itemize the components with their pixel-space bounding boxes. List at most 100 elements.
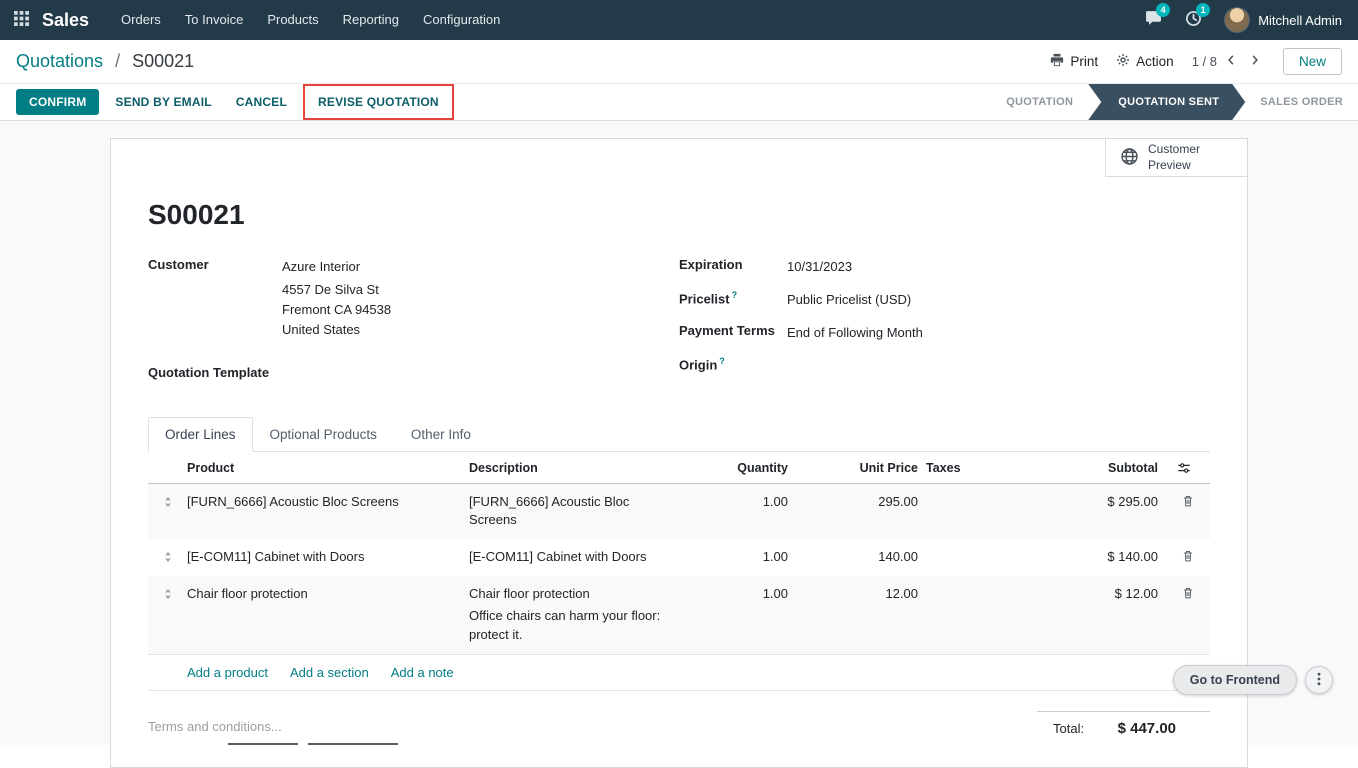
drag-handle-icon[interactable] <box>148 484 187 509</box>
cell-product[interactable]: [FURN_6666] Acoustic Bloc Screens <box>187 484 469 521</box>
expiration-value[interactable]: 10/31/2023 <box>787 257 852 277</box>
tab-other-info[interactable]: Other Info <box>394 417 488 452</box>
col-header-product[interactable]: Product <box>187 452 469 483</box>
cell-unit-price[interactable]: 12.00 <box>796 576 926 613</box>
state-quotation-sent[interactable]: QUOTATION SENT <box>1088 84 1245 120</box>
add-a-section-link[interactable]: Add a section <box>290 665 369 680</box>
add-a-product-link[interactable]: Add a product <box>187 665 268 680</box>
order-line-row[interactable]: [E-COM11] Cabinet with Doors [E-COM11] C… <box>148 539 1210 576</box>
state-quotation[interactable]: QUOTATION <box>991 84 1088 120</box>
nav-item-orders[interactable]: Orders <box>109 0 173 40</box>
optional-columns-icon[interactable] <box>1166 452 1210 483</box>
cancel-button[interactable]: CANCEL <box>228 89 295 115</box>
cell-description[interactable]: [FURN_6666] Acoustic Bloc Screens <box>469 493 668 531</box>
cell-product[interactable]: Chair floor protection <box>187 576 469 613</box>
switcher-menu-button[interactable] <box>1305 666 1333 694</box>
table-footer-links: Add a product Add a section Add a note <box>148 654 1210 691</box>
cell-subtotal: $ 140.00 <box>1016 539 1166 576</box>
breadcrumb-current: S00021 <box>132 51 194 71</box>
gear-icon <box>1116 53 1130 70</box>
chevron-left-icon <box>1225 54 1237 69</box>
col-header-subtotal[interactable]: Subtotal <box>1016 452 1166 483</box>
quotation-form-sheet: Customer Preview S00021 Customer Azure I… <box>110 138 1248 768</box>
trash-icon <box>1182 496 1194 511</box>
cell-product[interactable]: [E-COM11] Cabinet with Doors <box>187 539 469 576</box>
new-button[interactable]: New <box>1283 48 1342 75</box>
revise-quotation-button[interactable]: REVISE QUOTATION <box>310 89 447 115</box>
apps-grid-icon <box>14 11 29 29</box>
cell-quantity[interactable]: 1.00 <box>676 539 796 576</box>
pager-value[interactable]: 1 / 8 <box>1192 54 1217 69</box>
order-line-row[interactable]: [FURN_6666] Acoustic Bloc Screens [FURN_… <box>148 484 1210 540</box>
drag-handle-icon[interactable] <box>148 576 187 601</box>
messages-badge: 4 <box>1156 3 1170 17</box>
annotation-highlight-box: REVISE QUOTATION <box>303 84 454 120</box>
main-content: Customer Preview S00021 Customer Azure I… <box>0 121 1358 745</box>
pager-next-button[interactable] <box>1245 50 1265 74</box>
pager-previous-button[interactable] <box>1221 50 1241 74</box>
pricelist-label: Pricelist? <box>679 290 787 310</box>
nav-item-configuration[interactable]: Configuration <box>411 0 512 40</box>
trash-icon <box>1182 588 1194 603</box>
tab-optional-products[interactable]: Optional Products <box>253 417 394 452</box>
cell-taxes[interactable] <box>926 484 1016 502</box>
delete-line-button[interactable] <box>1182 494 1194 511</box>
notebook-tabs: Order Lines Optional Products Other Info <box>148 417 1210 452</box>
cell-taxes[interactable] <box>926 539 1016 557</box>
terms-placeholder[interactable]: Terms and conditions... <box>148 711 282 737</box>
col-header-taxes[interactable]: Taxes <box>926 452 1016 483</box>
cell-quantity[interactable]: 1.00 <box>676 484 796 521</box>
action-button[interactable]: Action <box>1116 53 1174 70</box>
state-sales-order[interactable]: SALES ORDER <box>1245 84 1358 120</box>
frontend-switcher: Go to Frontend <box>1173 665 1333 695</box>
col-header-unit-price[interactable]: Unit Price <box>796 452 926 483</box>
customer-address-line2: Fremont CA 94538 <box>282 300 391 320</box>
cell-description[interactable]: Chair floor protection <box>469 585 668 604</box>
origin-help-icon: ? <box>719 356 725 366</box>
activities-button[interactable]: 1 <box>1174 0 1212 40</box>
user-name: Mitchell Admin <box>1258 13 1342 28</box>
customer-preview-line2: Preview <box>1148 158 1191 174</box>
breadcrumb-quotations-link[interactable]: Quotations <box>16 51 103 71</box>
cell-unit-price[interactable]: 140.00 <box>796 539 926 576</box>
pricelist-value[interactable]: Public Pricelist (USD) <box>787 290 911 310</box>
delete-line-button[interactable] <box>1182 586 1194 603</box>
avatar <box>1224 7 1250 33</box>
delete-line-button[interactable] <box>1182 549 1194 566</box>
order-line-row[interactable]: Chair floor protection Chair floor prote… <box>148 576 1210 654</box>
confirm-button[interactable]: CONFIRM <box>16 89 99 115</box>
control-panel: Quotations / S00021 Print Action 1 / 8 <box>0 40 1358 84</box>
nav-item-products[interactable]: Products <box>255 0 330 40</box>
user-menu[interactable]: Mitchell Admin <box>1214 7 1344 33</box>
send-by-email-button[interactable]: SEND BY EMAIL <box>107 89 219 115</box>
customer-name[interactable]: Azure Interior <box>282 257 391 277</box>
apps-menu-button[interactable] <box>0 0 42 40</box>
total-value: $ 447.00 <box>1118 720 1176 737</box>
origin-label: Origin? <box>679 356 787 372</box>
cell-quantity[interactable]: 1.00 <box>676 576 796 613</box>
cell-subtotal: $ 295.00 <box>1016 484 1166 521</box>
cell-description[interactable]: [E-COM11] Cabinet with Doors <box>469 548 668 567</box>
col-header-description[interactable]: Description <box>469 452 676 483</box>
statusbar: CONFIRM SEND BY EMAIL CANCEL REVISE QUOT… <box>0 84 1358 121</box>
go-to-frontend-button[interactable]: Go to Frontend <box>1173 665 1297 695</box>
app-brand[interactable]: Sales <box>42 10 89 31</box>
add-a-note-link[interactable]: Add a note <box>391 665 454 680</box>
nav-item-to-invoice[interactable]: To Invoice <box>173 0 256 40</box>
activities-badge: 1 <box>1196 3 1210 17</box>
tab-order-lines[interactable]: Order Lines <box>148 417 253 452</box>
customer-label: Customer <box>148 257 282 341</box>
messages-button[interactable]: 4 <box>1134 0 1172 40</box>
cell-unit-price[interactable]: 295.00 <box>796 484 926 521</box>
drag-handle-icon[interactable] <box>148 539 187 564</box>
payment-terms-value[interactable]: End of Following Month <box>787 323 923 343</box>
cell-taxes[interactable] <box>926 576 1016 594</box>
print-button[interactable]: Print <box>1050 53 1098 70</box>
nav-item-reporting[interactable]: Reporting <box>331 0 411 40</box>
cell-subtotal: $ 12.00 <box>1016 576 1166 613</box>
customer-preview-button[interactable]: Customer Preview <box>1105 139 1247 177</box>
col-header-quantity[interactable]: Quantity <box>676 452 796 483</box>
chevron-right-icon <box>1249 54 1261 69</box>
quotation-title: S00021 <box>148 199 1210 231</box>
kebab-menu-icon <box>1317 672 1321 689</box>
